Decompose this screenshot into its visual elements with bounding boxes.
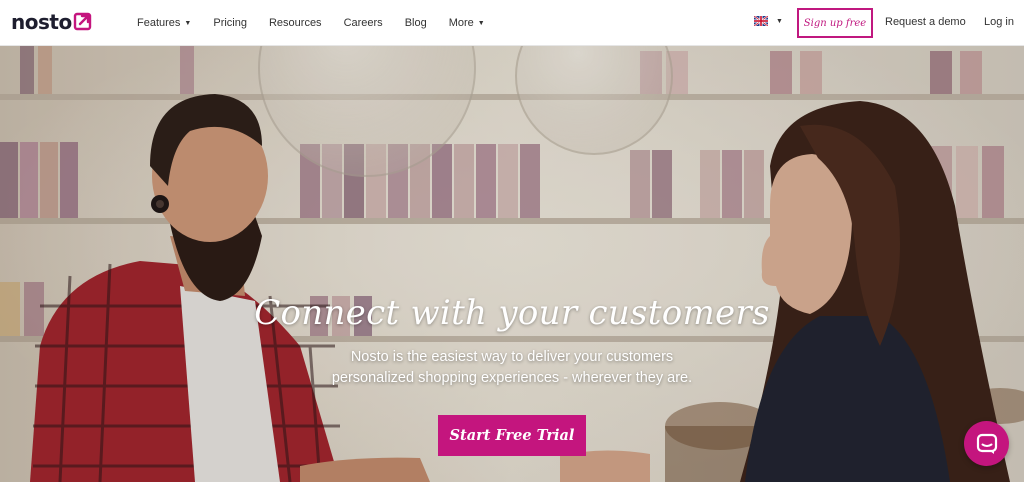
hero-subline-1: Nosto is the easiest way to deliver your… [350,349,674,365]
nav-pricing-label: Pricing [213,17,247,29]
nav-resources[interactable]: Resources [269,17,322,29]
sign-up-button[interactable]: Sign up free [797,8,873,38]
caret-down-icon: ▼ [477,19,485,27]
caret-down-icon: ▼ [776,17,783,25]
logo-text: nosto [11,10,72,34]
chat-launcher-button[interactable] [964,421,1009,466]
top-navbar: nosto Features ▼ Pricing Resources Caree… [0,0,1024,46]
nav-more[interactable]: More ▼ [449,17,485,29]
hero-section: Connect with your customers Nosto is the… [0,46,1024,482]
logo-arrow-icon [73,12,91,31]
hero-headline: Connect with your customers [254,293,770,333]
nav-features[interactable]: Features ▼ [137,17,191,29]
caret-down-icon: ▼ [184,19,192,27]
nav-resources-label: Resources [268,17,322,29]
main-nav: Features ▼ Pricing Resources Careers Blo… [137,0,507,46]
nav-blog-label: Blog [404,17,427,29]
nav-blog[interactable]: Blog [405,17,427,29]
start-free-trial-button[interactable]: Start Free Trial [438,415,586,456]
nav-features-label: Features [137,17,181,29]
uk-flag-icon [754,16,768,26]
login-link[interactable]: Log in [984,16,1014,28]
language-selector[interactable]: ▼ [754,16,783,26]
nav-careers[interactable]: Careers [344,17,383,29]
nav-careers-label: Careers [343,17,383,29]
nosto-logo[interactable]: nosto [11,12,93,32]
chat-bubble-icon [976,433,997,454]
nav-pricing[interactable]: Pricing [213,17,247,29]
nav-more-label: More [448,17,474,29]
hero-subheadline: Nosto is the easiest way to deliver your… [0,347,1024,389]
hero-subline-2: personalized shopping experiences - wher… [331,370,693,386]
request-demo-link[interactable]: Request a demo [885,16,966,28]
